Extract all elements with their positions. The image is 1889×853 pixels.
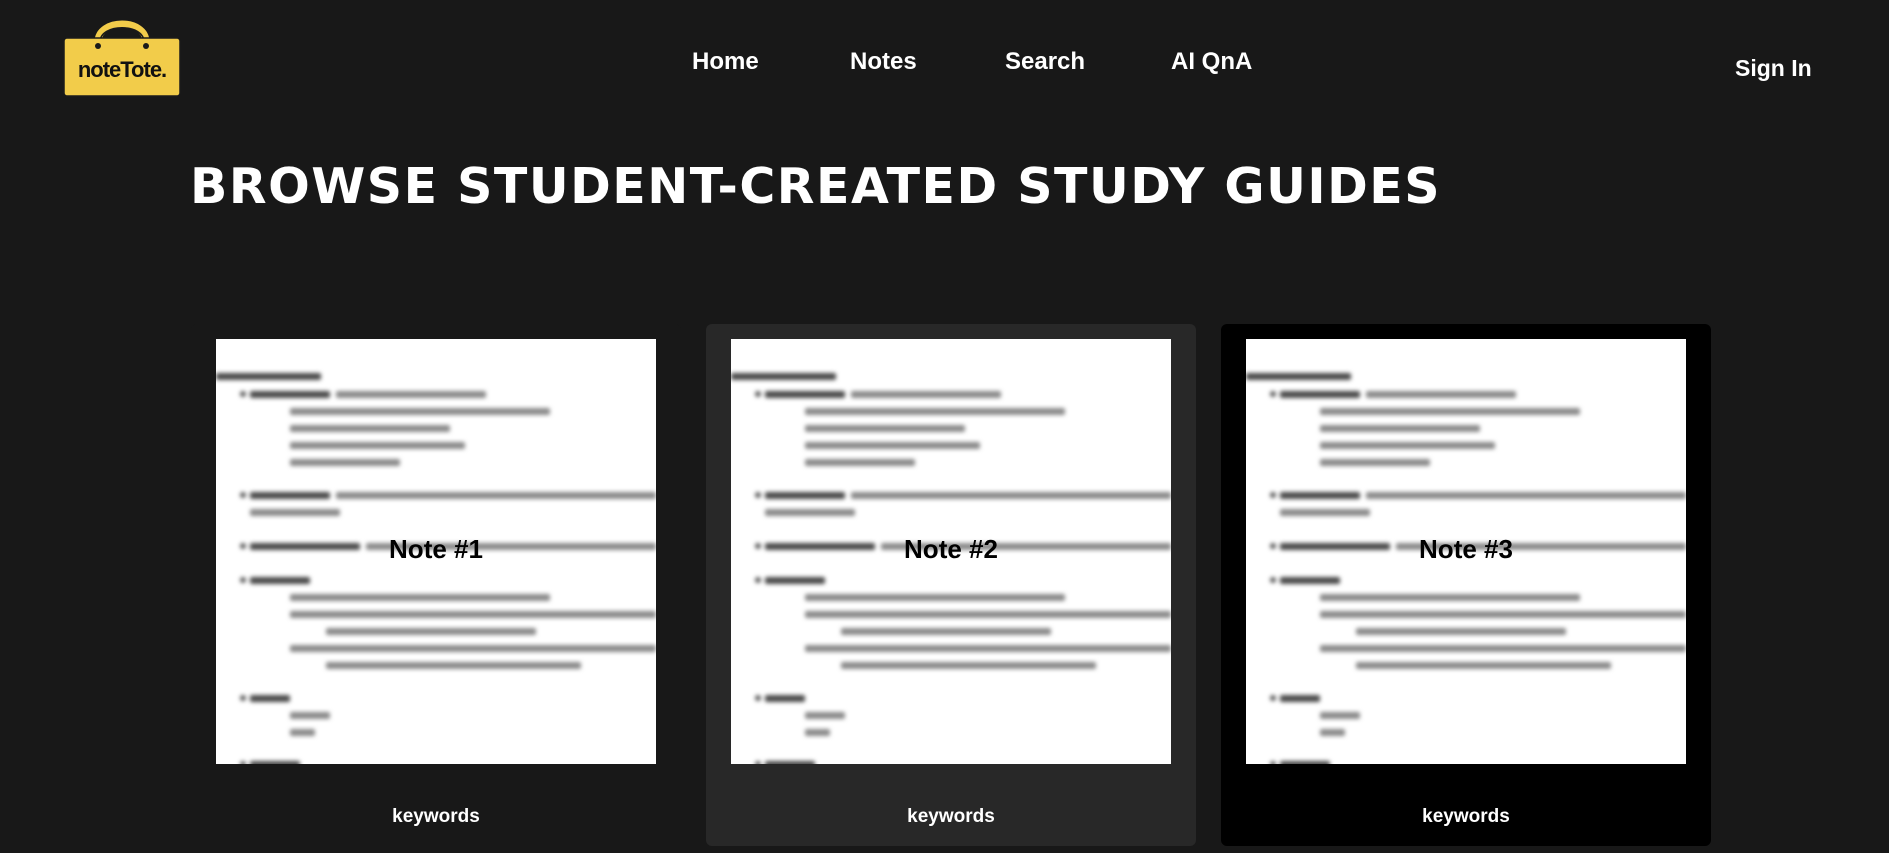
note-keywords: keywords: [907, 806, 995, 827]
note-keywords: keywords: [392, 806, 480, 827]
sign-in-link[interactable]: Sign In: [1735, 55, 1812, 82]
page-title: BROWSE STUDENT-CREATED STUDY GUIDES: [190, 158, 1442, 215]
note-title: Note #1: [389, 534, 483, 564]
header: noteTote. Home Notes Search AI QnA Sign …: [0, 0, 1889, 130]
note-card-1[interactable]: Note #1 keywords: [191, 324, 681, 846]
nav-home[interactable]: Home: [692, 48, 759, 76]
shopping-bag-icon: [63, 20, 181, 97]
nav-notes[interactable]: Notes: [850, 48, 917, 76]
note-card-2[interactable]: Note #2 keywords: [706, 324, 1196, 846]
notetote-logo[interactable]: noteTote.: [60, 12, 184, 98]
logo-text: noteTote.: [77, 57, 167, 82]
note-title: Note #2: [904, 534, 998, 564]
nav-ai-qna[interactable]: AI QnA: [1171, 48, 1252, 76]
note-card-3[interactable]: Note #3 keywords: [1221, 324, 1711, 846]
nav-search[interactable]: Search: [1005, 48, 1085, 76]
note-keywords: keywords: [1422, 806, 1510, 827]
note-title: Note #3: [1419, 534, 1513, 564]
